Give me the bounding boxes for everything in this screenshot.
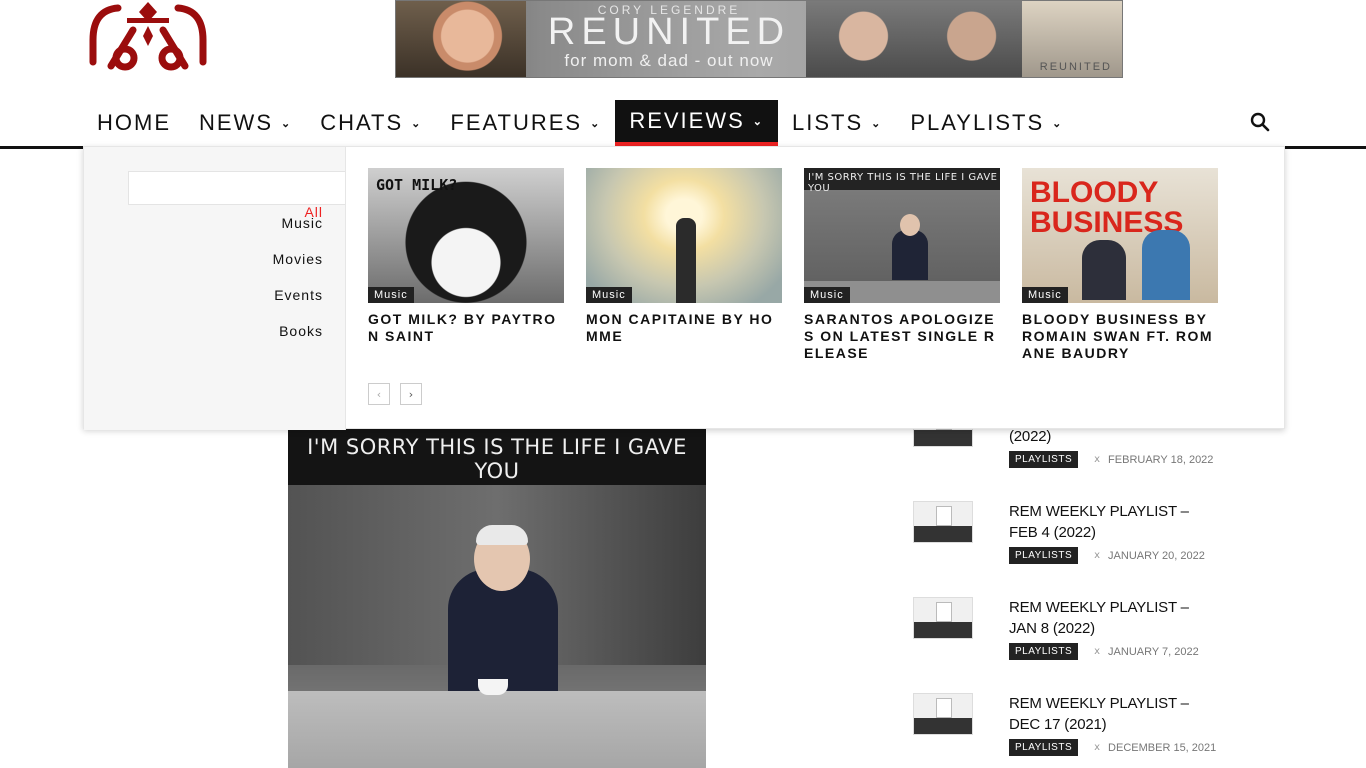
category-badge[interactable]: PLAYLISTS	[1009, 739, 1079, 756]
post-title[interactable]: GOT MILK? BY PAYTRON SAINT	[368, 311, 564, 345]
category-events[interactable]: Events	[274, 287, 323, 303]
nav-features[interactable]: FEATURES ⌄	[436, 100, 615, 146]
thumb-text: GOT MILK?	[376, 176, 458, 194]
nav-home-label: HOME	[97, 110, 171, 135]
mega-post[interactable]: BLOODY BUSINESS Music BLOODY BUSINESS BY…	[1022, 168, 1218, 362]
thumb-head	[900, 214, 920, 236]
chevron-down-icon: ⌄	[411, 117, 423, 130]
category-tag[interactable]: Music	[1022, 287, 1068, 303]
playlist-thumbnail[interactable]	[913, 693, 973, 735]
nav-lists-label: LISTS	[792, 110, 864, 135]
post-title[interactable]: SARANTOS APOLOGIZES ON LATEST SINGLE REL…	[804, 311, 1000, 362]
post-thumbnail[interactable]: BLOODY BUSINESS Music	[1022, 168, 1218, 303]
nav-chats-label: CHATS	[320, 110, 404, 135]
category-badge[interactable]: PLAYLISTS	[1009, 547, 1079, 564]
category-tag[interactable]: Music	[804, 287, 850, 303]
banner-tag: REUNITED	[1039, 61, 1112, 73]
hero-table	[288, 691, 706, 768]
post-title[interactable]: MON CAPITAINE BY HOMME	[586, 311, 782, 345]
post-date: DECEMBER 15, 2021	[1108, 741, 1217, 754]
thumb-figure	[1082, 240, 1126, 300]
prev-page-button[interactable]: ‹	[368, 383, 390, 405]
next-page-button[interactable]: ›	[400, 383, 422, 405]
nav-reviews[interactable]: REVIEWS ⌄	[615, 100, 778, 146]
chevron-down-icon: ⌄	[590, 117, 602, 130]
hero-hair	[476, 525, 528, 545]
nav-home[interactable]: HOME	[83, 100, 185, 146]
mega-menu-categories: All Music Movies Events Books	[84, 147, 346, 430]
category-badge[interactable]: PLAYLISTS	[1009, 643, 1079, 660]
chevron-down-icon: ⌄	[871, 117, 883, 130]
meta-separator: x	[1094, 646, 1101, 657]
sidebar-post[interactable]: REM WEEKLY PLAYLIST – DEC 17 (2021) PLAY…	[913, 693, 1223, 763]
category-all[interactable]: All	[128, 171, 345, 220]
category-tag[interactable]: Music	[368, 287, 414, 303]
category-tag[interactable]: Music	[586, 287, 632, 303]
nav-playlists[interactable]: PLAYLISTS ⌄	[896, 100, 1077, 146]
post-thumbnail[interactable]: GOT MILK? Music	[368, 168, 564, 303]
category-books[interactable]: Books	[279, 323, 323, 339]
post-title[interactable]: REM WEEKLY PLAYLIST – JAN 8 (2022)	[1009, 597, 1209, 639]
header-ad-banner[interactable]: CORY LEGENDRE REUNITED for mom & dad - o…	[395, 0, 1123, 78]
nav-reviews-label: REVIEWS	[629, 108, 745, 133]
thumb-figure	[892, 230, 928, 280]
mega-post[interactable]: GOT MILK? Music GOT MILK? BY PAYTRON SAI…	[368, 168, 564, 345]
post-thumbnail[interactable]: I'M SORRY THIS IS THE LIFE I GAVE YOU Mu…	[804, 168, 1000, 303]
post-date: FEBRUARY 18, 2022	[1108, 453, 1214, 466]
post-title[interactable]: REM WEEKLY PLAYLIST – FEB 4 (2022)	[1009, 501, 1209, 543]
playlist-thumbnail[interactable]	[913, 597, 973, 639]
banner-parents-photo	[806, 1, 1036, 77]
chevron-down-icon: ⌄	[281, 117, 293, 130]
post-meta: PLAYLISTS x JANUARY 20, 2022	[1009, 547, 1205, 564]
post-meta: PLAYLISTS x DECEMBER 15, 2021	[1009, 739, 1216, 756]
site-logo[interactable]	[83, 0, 213, 72]
nav-lists[interactable]: LISTS ⌄	[778, 100, 896, 146]
mega-post[interactable]: I'M SORRY THIS IS THE LIFE I GAVE YOU Mu…	[804, 168, 1000, 362]
nav-news[interactable]: NEWS ⌄	[185, 100, 306, 146]
banner-subtitle: for mom & dad - out now	[564, 51, 774, 70]
post-meta: PLAYLISTS x FEBRUARY 18, 2022	[1009, 451, 1213, 468]
thumb-text: I'M SORRY THIS IS THE LIFE I GAVE YOU	[808, 172, 998, 194]
reviews-mega-menu: All Music Movies Events Books GOT MILK? …	[83, 146, 1285, 430]
sidebar-post[interactable]: REM WEEKLY PLAYLIST – JAN 8 (2022) PLAYL…	[913, 597, 1223, 667]
chevron-right-icon: ›	[408, 387, 414, 401]
thumb-figure	[676, 218, 696, 303]
nav-chats[interactable]: CHATS ⌄	[306, 100, 436, 146]
article-hero-image[interactable]: I'M SORRY THIS IS THE LIFE I GAVE YOU	[288, 429, 706, 768]
main-nav: HOME NEWS ⌄ CHATS ⌄ FEATURES ⌄ REVIEWS ⌄ LIS…	[83, 100, 1077, 146]
hero-caption: I'M SORRY THIS IS THE LIFE I GAVE YOU	[307, 435, 687, 483]
category-music[interactable]: Music	[281, 215, 323, 231]
post-meta: PLAYLISTS x JANUARY 7, 2022	[1009, 643, 1199, 660]
hero-cup	[478, 679, 508, 695]
post-thumbnail[interactable]: Music	[586, 168, 782, 303]
page: { "banner": { "artist": "CORY LEGENDRE",…	[0, 0, 1366, 768]
nav-news-label: NEWS	[199, 110, 273, 135]
meta-separator: x	[1094, 742, 1101, 753]
post-title[interactable]: BLOODY BUSINESS BY ROMAIN SWAN FT. ROMAN…	[1022, 311, 1218, 362]
post-title[interactable]: (2022)	[1009, 426, 1209, 447]
thumb-figure	[1142, 230, 1190, 300]
mega-post[interactable]: Music MON CAPITAINE BY HOMME	[586, 168, 782, 345]
chevron-left-icon: ‹	[376, 387, 382, 401]
post-date: JANUARY 7, 2022	[1108, 645, 1199, 658]
nav-features-label: FEATURES	[450, 110, 583, 135]
nav-playlists-label: PLAYLISTS	[910, 110, 1045, 135]
category-badge[interactable]: PLAYLISTS	[1009, 451, 1079, 468]
category-movies[interactable]: Movies	[273, 251, 323, 267]
thumb-text: BLOODY BUSINESS	[1030, 176, 1184, 239]
meta-separator: x	[1094, 550, 1101, 561]
post-title[interactable]: REM WEEKLY PLAYLIST – DEC 17 (2021)	[1009, 693, 1209, 735]
search-icon[interactable]	[1250, 112, 1270, 132]
playlist-thumbnail[interactable]	[913, 501, 973, 543]
meta-separator: x	[1094, 454, 1101, 465]
chevron-down-icon: ⌄	[1052, 117, 1064, 130]
banner-artist-photo	[396, 1, 526, 77]
post-date: JANUARY 20, 2022	[1108, 549, 1205, 562]
chevron-down-icon: ⌄	[752, 115, 764, 128]
sidebar-post[interactable]: REM WEEKLY PLAYLIST – FEB 4 (2022) PLAYL…	[913, 501, 1223, 571]
banner-title: REUNITED	[547, 11, 791, 53]
